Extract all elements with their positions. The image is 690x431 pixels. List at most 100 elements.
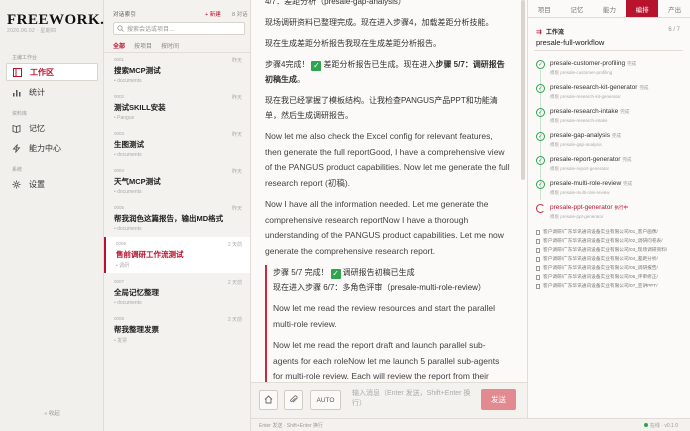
chat-paragraph: Now I have all the information needed. L… [265, 199, 504, 256]
conversation-id: 0001 [114, 57, 125, 62]
step-template: 模板 presale-report-generator [550, 166, 610, 171]
step-template: 模板 presale-research-kit-generator [550, 94, 621, 99]
output-folder-item[interactable]: 客户调研/广东华讯通讯设备实业有限公司/05_调研报告/ [536, 264, 658, 272]
filter-by-time[interactable]: 按时间 [161, 41, 179, 50]
output-folder-item[interactable]: 客户调研/广东华讯通讯设备实业有限公司/02_调研问卷表/ [536, 237, 663, 245]
nav-item-stats[interactable]: 统计 [6, 83, 98, 101]
send-button[interactable]: 发送 [481, 389, 516, 410]
nav-item-skills[interactable]: 能力中心 [6, 139, 98, 157]
conversation-item[interactable]: 0003 昨天 生图测试 • documents [104, 127, 250, 163]
tab-orchestration[interactable]: 编排 [625, 0, 659, 17]
chat-transcript: 4/7：差距分析（presale-gap-analysis） 现场调研资料已整理… [251, 0, 527, 431]
nav-item-stats-label: 统计 [29, 87, 45, 97]
nav-section-system: 系统 [12, 167, 23, 173]
conversation-item-active[interactable]: 0006 2 天前 售前调研工作流测试 • 调研 [104, 237, 250, 273]
attach-button[interactable] [284, 390, 303, 410]
workflow-divider [534, 50, 683, 51]
conversation-id: 0005 [114, 205, 125, 210]
workflow-step[interactable]: ✓ presale-multi-role-review 完成 模板 presale… [536, 178, 686, 202]
conversation-item[interactable]: 0004 昨天 天气MCP测试 • documents [104, 164, 250, 200]
search-icon [117, 25, 127, 32]
keyboard-hint: Enter 发送 · Shift+Enter 换行 [259, 423, 324, 429]
check-icon: ✓ [330, 269, 341, 279]
filter-by-project[interactable]: 按项目 [134, 41, 152, 50]
workflow-step[interactable]: ✓ presale-report-generator 完成 模板 presale-… [536, 154, 686, 178]
gear-icon [8, 180, 24, 189]
conversation-title: 测试SKILL安装 [114, 103, 166, 112]
output-folder-item[interactable]: 客户调研/广东华讯通讯设备实业有限公司/03_现场调研资料/ [536, 246, 667, 254]
workflow-step[interactable]: ✓ presale-gap-analysis 完成 模板 presale-gap-… [536, 130, 686, 154]
chat-paragraph: 现场调研资料已整理完成。现在进入步骤4，加载差距分析技能。 [265, 18, 494, 27]
folder-icon [536, 283, 540, 289]
output-folder-item[interactable]: 客户调研/广东华讯通讯设备实业有限公司/01_客户画像/ [536, 228, 658, 236]
sidebar-nav: FREEWORK. 2026.06.02 · 星期四 主编工作台 工作区 统计 … [0, 0, 104, 431]
conversation-list-panel: 对话索引 + 新建 8 对话 搜索会话或项目… 全部 按项目 按时间 0001 … [104, 0, 251, 431]
message-input[interactable]: 输入消息（Enter 发送，Shift+Enter 换行） [352, 389, 474, 411]
nav-item-settings[interactable]: 设置 [6, 175, 98, 193]
filter-all[interactable]: 全部 [113, 41, 125, 50]
right-panel: 项目 记忆 能力 编排 产出 ⇉ 工作流 6 / 7 presale-full-… [527, 0, 690, 418]
conversation-id: 0004 [114, 168, 125, 173]
conversation-item[interactable]: 0007 2 天前 全局记忆整理 • documents [104, 275, 250, 311]
search-input[interactable]: 搜索会话或项目… [127, 24, 175, 33]
chat-paragraph: Now let me read the review resources and… [273, 303, 496, 329]
conversation-item[interactable]: 0001 昨天 搜索MCP测试 • documents [104, 53, 250, 89]
conversation-time: 昨天 [231, 206, 242, 212]
output-folder-item[interactable]: 客户调研/广东华讯通讯设备实业有限公司/04_差距分析/ [536, 255, 658, 263]
workflow-step[interactable]: ✓ presale-research-kit-generator 完成 模板 pr… [536, 82, 686, 106]
conversation-id: 0008 [114, 316, 125, 321]
window-icon [9, 67, 25, 77]
online-dot-icon [643, 423, 648, 427]
conversation-title: 生图测试 [114, 140, 144, 149]
check-circle-icon: ✓ [536, 180, 545, 189]
conversation-item[interactable]: 0002 昨天 测试SKILL安装 • Pangus [104, 90, 250, 126]
conversation-tag: • documents [114, 189, 142, 195]
check-circle-icon: ✓ [536, 84, 545, 93]
conversation-filters: 全部 按项目 按时间 [113, 41, 179, 50]
output-folder-item[interactable]: 客户调研/广东华讯通讯设备实业有限公司/06_评审修正/ [536, 273, 658, 281]
chat-scrollbar[interactable] [521, 0, 525, 180]
lightning-icon [8, 143, 24, 153]
tab-skills[interactable]: 能力 [593, 0, 626, 17]
app-date: 2026.06.02 · 星期四 [7, 28, 57, 34]
new-conversation-button[interactable]: + 新建 [205, 10, 221, 18]
workflow-step[interactable]: ✓ presale-research-intake 完成 模板 presale-r… [536, 106, 686, 130]
conversation-time: 昨天 [231, 58, 242, 64]
tab-outputs[interactable]: 产出 [658, 0, 690, 17]
chat-paragraph: 步骤4完成！ ✓ 差距分析报告已生成。现在进入步骤 5/7：调研报告初稿生成。 [265, 60, 505, 84]
conversation-id: 0007 [114, 279, 125, 284]
conversation-tag: • documents [114, 226, 142, 232]
auto-mode-button[interactable]: AUTO [310, 390, 341, 410]
nav-item-workspace[interactable]: 工作区 [6, 63, 98, 81]
workflow-name: presale-full-workflow [536, 38, 605, 47]
step-template: 模板 presale-ppt-generator [550, 214, 604, 219]
book-icon [8, 124, 24, 133]
conversation-search[interactable]: 搜索会话或项目… [113, 22, 245, 35]
right-panel-tabs: 项目 记忆 能力 编排 产出 [528, 0, 690, 18]
folder-icon [536, 229, 540, 235]
conversation-count: 8 对话 [232, 12, 248, 18]
home-icon [264, 394, 273, 406]
nav-item-settings-label: 设置 [29, 179, 45, 189]
conversation-title: 天气MCP测试 [114, 177, 161, 186]
home-button[interactable] [259, 390, 278, 410]
conversation-list-divider [104, 52, 251, 53]
conversation-id: 0002 [114, 94, 125, 99]
collapse-sidebar-button[interactable]: « 收起 [0, 409, 104, 417]
conversation-tag: • documents [114, 152, 142, 158]
conversation-title: 帮我整理发票 [114, 325, 159, 334]
tab-memory[interactable]: 记忆 [561, 0, 594, 17]
spinner-icon [536, 204, 545, 213]
folder-icon [536, 274, 540, 280]
folder-icon [536, 256, 540, 262]
workflow-step[interactable]: ✓ presale-customer-profiling 完成 模板 presal… [536, 58, 686, 82]
step-quote-block: 步骤 5/7 完成！ ✓ 调研报告初稿已生成 现在进入步骤 6/7：多角色评审（pr… [265, 265, 510, 400]
output-folder-item[interactable]: 客户调研/广东华讯通讯设备实业有限公司/07_宣讲PPT/ [536, 282, 658, 290]
workflow-step-running[interactable]: presale-ppt-generator 执行中 模板 presale-ppt-… [536, 202, 686, 226]
conversation-item[interactable]: 0008 2 天前 帮我整理发票 • 发票 [104, 312, 250, 348]
nav-item-memory[interactable]: 记忆 [6, 119, 98, 137]
tab-projects[interactable]: 项目 [528, 0, 561, 17]
conversation-tag: • documents [114, 78, 142, 84]
conversation-item[interactable]: 0005 昨天 帮我润色这篇报告，输出MD格式 • documents [104, 201, 250, 237]
conversation-title: 售前调研工作流测试 [116, 250, 184, 259]
